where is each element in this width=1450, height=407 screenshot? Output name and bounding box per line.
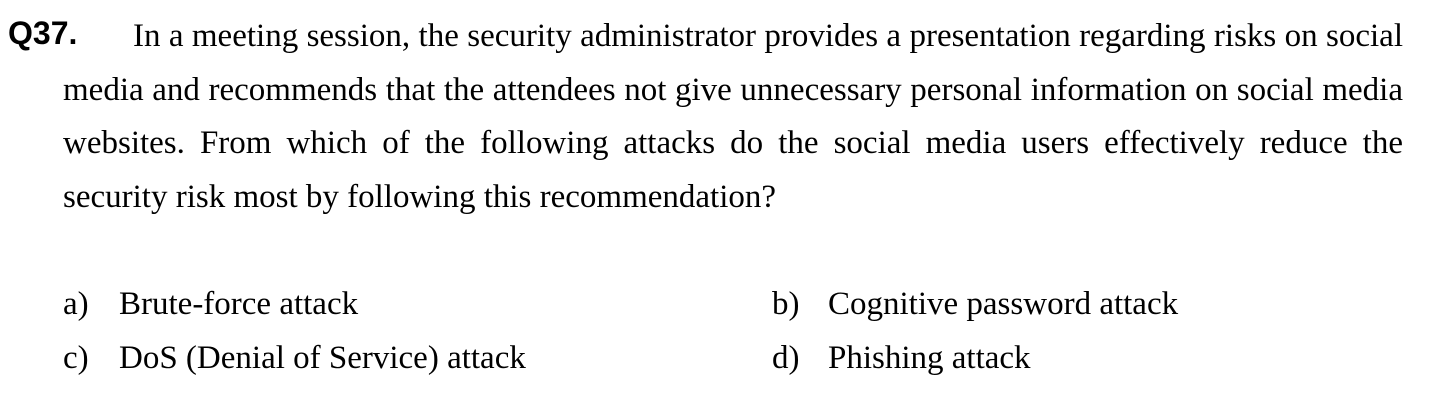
option-letter: b) <box>772 286 800 322</box>
option-letter: c) <box>63 340 89 376</box>
option-text: Cognitive password attack <box>828 286 1179 322</box>
option-a: a) Brute-force attack <box>63 284 358 324</box>
option-text: Brute-force attack <box>119 286 359 322</box>
option-letter: d) <box>772 340 800 376</box>
option-b: b) Cognitive password attack <box>772 284 1178 324</box>
question-block: Q37. In a meeting session, the security … <box>0 0 1450 407</box>
option-text: DoS (Denial of Service) attack <box>119 340 526 376</box>
option-c: c) DoS (Denial of Service) attack <box>63 338 526 378</box>
option-letter: a) <box>63 286 89 322</box>
option-text: Phishing attack <box>828 340 1031 376</box>
option-d: d) Phishing attack <box>772 338 1031 378</box>
question-text: In a meeting session, the security admin… <box>63 18 1403 215</box>
